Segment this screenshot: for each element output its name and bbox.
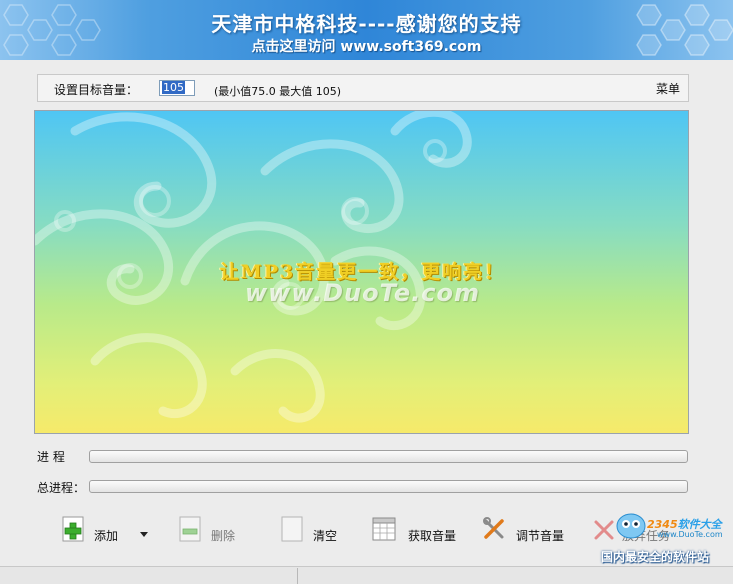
- blank-file-icon: [281, 516, 303, 542]
- delete-label: 删除: [211, 529, 236, 543]
- current-progress-bar: [89, 450, 688, 463]
- banner-title: 天津市中格科技----感谢您的支持: [211, 12, 522, 36]
- volume-range-text: (最小值75.0 最大值 105): [214, 85, 342, 98]
- add-dropdown-arrow-icon[interactable]: [140, 532, 148, 537]
- target-volume-input[interactable]: 105: [159, 80, 195, 96]
- clear-label: 清空: [313, 529, 338, 543]
- website-link[interactable]: 点击这里访问 www.soft369.com: [0, 36, 733, 56]
- status-bar: [0, 566, 733, 584]
- logo-url: www.DuoTe.com: [657, 530, 723, 539]
- current-progress-label: 进 程: [37, 450, 65, 464]
- header-banner: 天津市中格科技----感谢您的支持 点击这里访问 www.soft369.com: [0, 0, 733, 60]
- get-volume-button[interactable]: 获取音量: [372, 514, 468, 554]
- adjust-volume-label: 调节音量: [516, 529, 565, 543]
- delete-button[interactable]: 删除: [179, 514, 249, 554]
- site-logo: 2345软件大全 www.DuoTe.com 国内最安全的软件站: [593, 508, 733, 568]
- target-volume-label: 设置目标音量：: [54, 83, 139, 97]
- total-progress-label: 总进程：: [37, 481, 86, 495]
- remove-file-icon: [179, 516, 201, 542]
- logo-tagline: 国内最安全的软件站: [601, 550, 710, 564]
- total-progress-bar: [89, 480, 688, 493]
- adjust-volume-button[interactable]: 调节音量: [482, 514, 578, 554]
- banner-panel: 让MP3音量更一致，更响亮！ www.DuoTe.com: [34, 110, 689, 434]
- settings-bar: 设置目标音量： 105 (最小值75.0 最大值 105) 菜单: [37, 74, 689, 102]
- menu-button[interactable]: 菜单: [656, 80, 680, 97]
- status-separator: [297, 568, 298, 584]
- add-label: 添加: [94, 529, 119, 543]
- mascot-icon: [616, 513, 646, 539]
- add-file-icon: [62, 516, 84, 542]
- watermark-text: www.DuoTe.com: [245, 279, 480, 307]
- target-volume-value: 105: [162, 81, 185, 94]
- spreadsheet-icon: [372, 517, 396, 541]
- clear-button[interactable]: 清空: [281, 514, 351, 554]
- tools-icon: [483, 517, 504, 539]
- add-button[interactable]: 添加: [62, 514, 132, 554]
- get-volume-label: 获取音量: [408, 529, 457, 543]
